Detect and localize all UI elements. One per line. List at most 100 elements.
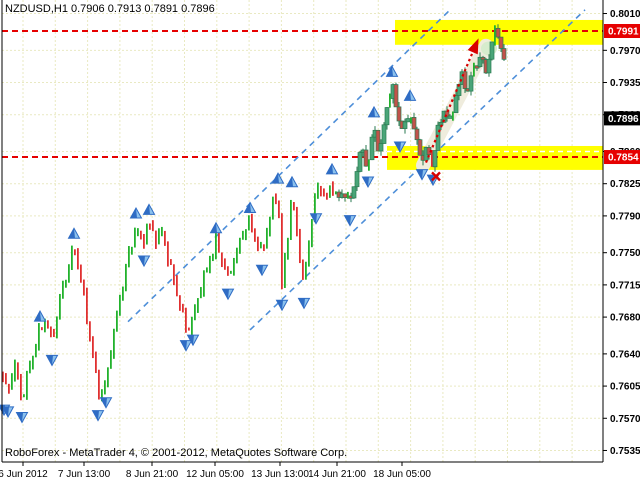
price-bar (194, 304, 196, 320)
price-bar (131, 247, 133, 255)
date-tick-label: 13 Jun 13:00 (251, 469, 309, 480)
fractal-shade (101, 398, 108, 408)
price-tick-label: 0.7535 (610, 446, 640, 457)
price-bar (26, 371, 28, 400)
fractal-shade (245, 203, 252, 213)
price-bar (308, 240, 310, 266)
price-bar (170, 259, 172, 265)
price-bar (146, 224, 148, 245)
fractal-shade (363, 177, 370, 187)
level-price-label: 0.7991 (608, 27, 639, 38)
price-bar (80, 265, 82, 283)
fractal-shade (287, 177, 294, 187)
price-tick-label: 0.7790 (610, 211, 640, 222)
fractal-shade (257, 265, 264, 275)
price-bar (254, 228, 256, 242)
price-bar (95, 352, 97, 373)
price-bar (227, 266, 229, 276)
price-bar (104, 380, 106, 394)
price-bar (311, 219, 313, 247)
price-bar (56, 316, 58, 338)
price-bar (74, 249, 76, 255)
candle-body (469, 76, 473, 91)
price-bar (242, 231, 244, 240)
price-bar (125, 264, 127, 291)
price-bar (188, 328, 190, 331)
price-bar (179, 295, 181, 311)
fractal-shade (299, 298, 306, 308)
fractal-shade (139, 256, 146, 266)
fractal-shade (144, 204, 151, 214)
fractal-shade (345, 216, 352, 226)
price-tick-label: 0.7640 (610, 349, 640, 360)
price-bar (209, 256, 211, 273)
candle-body (499, 37, 503, 48)
fractal-shade (69, 228, 76, 238)
price-bar (77, 248, 79, 269)
price-bar (200, 287, 202, 298)
candle-body (487, 59, 491, 73)
price-bar (107, 367, 109, 387)
price-bar (41, 327, 43, 330)
price-bar (155, 231, 157, 249)
price-bar (212, 254, 214, 261)
price-bar (116, 311, 118, 332)
price-bar (302, 259, 304, 279)
candle-body (454, 96, 458, 113)
price-bar (152, 220, 154, 231)
price-tick-label: 0.7680 (610, 313, 640, 324)
price-bar (89, 321, 91, 341)
price-tick-label: 0.7570 (610, 414, 640, 425)
price-bar (176, 275, 178, 296)
price-tick-label: 0.7970 (610, 46, 640, 57)
price-bar (65, 280, 67, 288)
price-bar (473, 63, 475, 77)
chart-title-ohlc: NZDUSD,H1 0.7906 0.7913 0.7891 0.7896 (5, 3, 215, 15)
price-bar (221, 252, 223, 267)
price-bar (164, 231, 166, 246)
price-bar (92, 336, 94, 358)
price-bar (47, 320, 49, 328)
candle-body (397, 107, 401, 121)
price-bar (119, 295, 121, 316)
price-bar (8, 384, 10, 394)
price-bar (173, 264, 175, 285)
price-tick-label: 0.7750 (610, 248, 640, 259)
price-bar (272, 197, 274, 220)
fractal-shade (223, 289, 230, 299)
price-bar (185, 308, 187, 333)
price-bar (452, 111, 454, 120)
price-bar (494, 25, 496, 45)
date-tick-label: 14 Jun 21:00 (308, 469, 366, 480)
price-tick-label: 0.7605 (610, 382, 640, 393)
price-bar (5, 373, 7, 384)
price-bar (278, 200, 280, 218)
price-bar (236, 248, 238, 264)
forecast-arrow-shaft (426, 51, 473, 162)
price-bar (290, 200, 292, 240)
price-bar (71, 246, 73, 270)
price-bar (143, 234, 145, 249)
fractal-shade (273, 173, 280, 183)
price-bar (134, 228, 136, 248)
fractal-shade (35, 311, 42, 321)
candle-body (364, 150, 368, 166)
price-bar (161, 227, 163, 236)
price-bar (296, 207, 298, 236)
price-bar (167, 241, 169, 266)
price-bar (140, 231, 142, 240)
price-bar (203, 270, 205, 296)
price-bar (11, 373, 13, 390)
candle-body (394, 85, 398, 107)
price-bar (149, 223, 151, 229)
price-bar (50, 326, 52, 337)
fractal-shade (369, 107, 376, 117)
price-bar (98, 370, 100, 400)
price-bar (287, 238, 289, 260)
candle-body (385, 108, 389, 125)
candle-body (412, 117, 416, 129)
price-bar (320, 186, 322, 196)
price-bar (197, 298, 199, 313)
price-bar (263, 244, 265, 251)
chart-canvas[interactable]: 0.80100.79700.79350.79000.78600.78250.77… (0, 0, 640, 480)
